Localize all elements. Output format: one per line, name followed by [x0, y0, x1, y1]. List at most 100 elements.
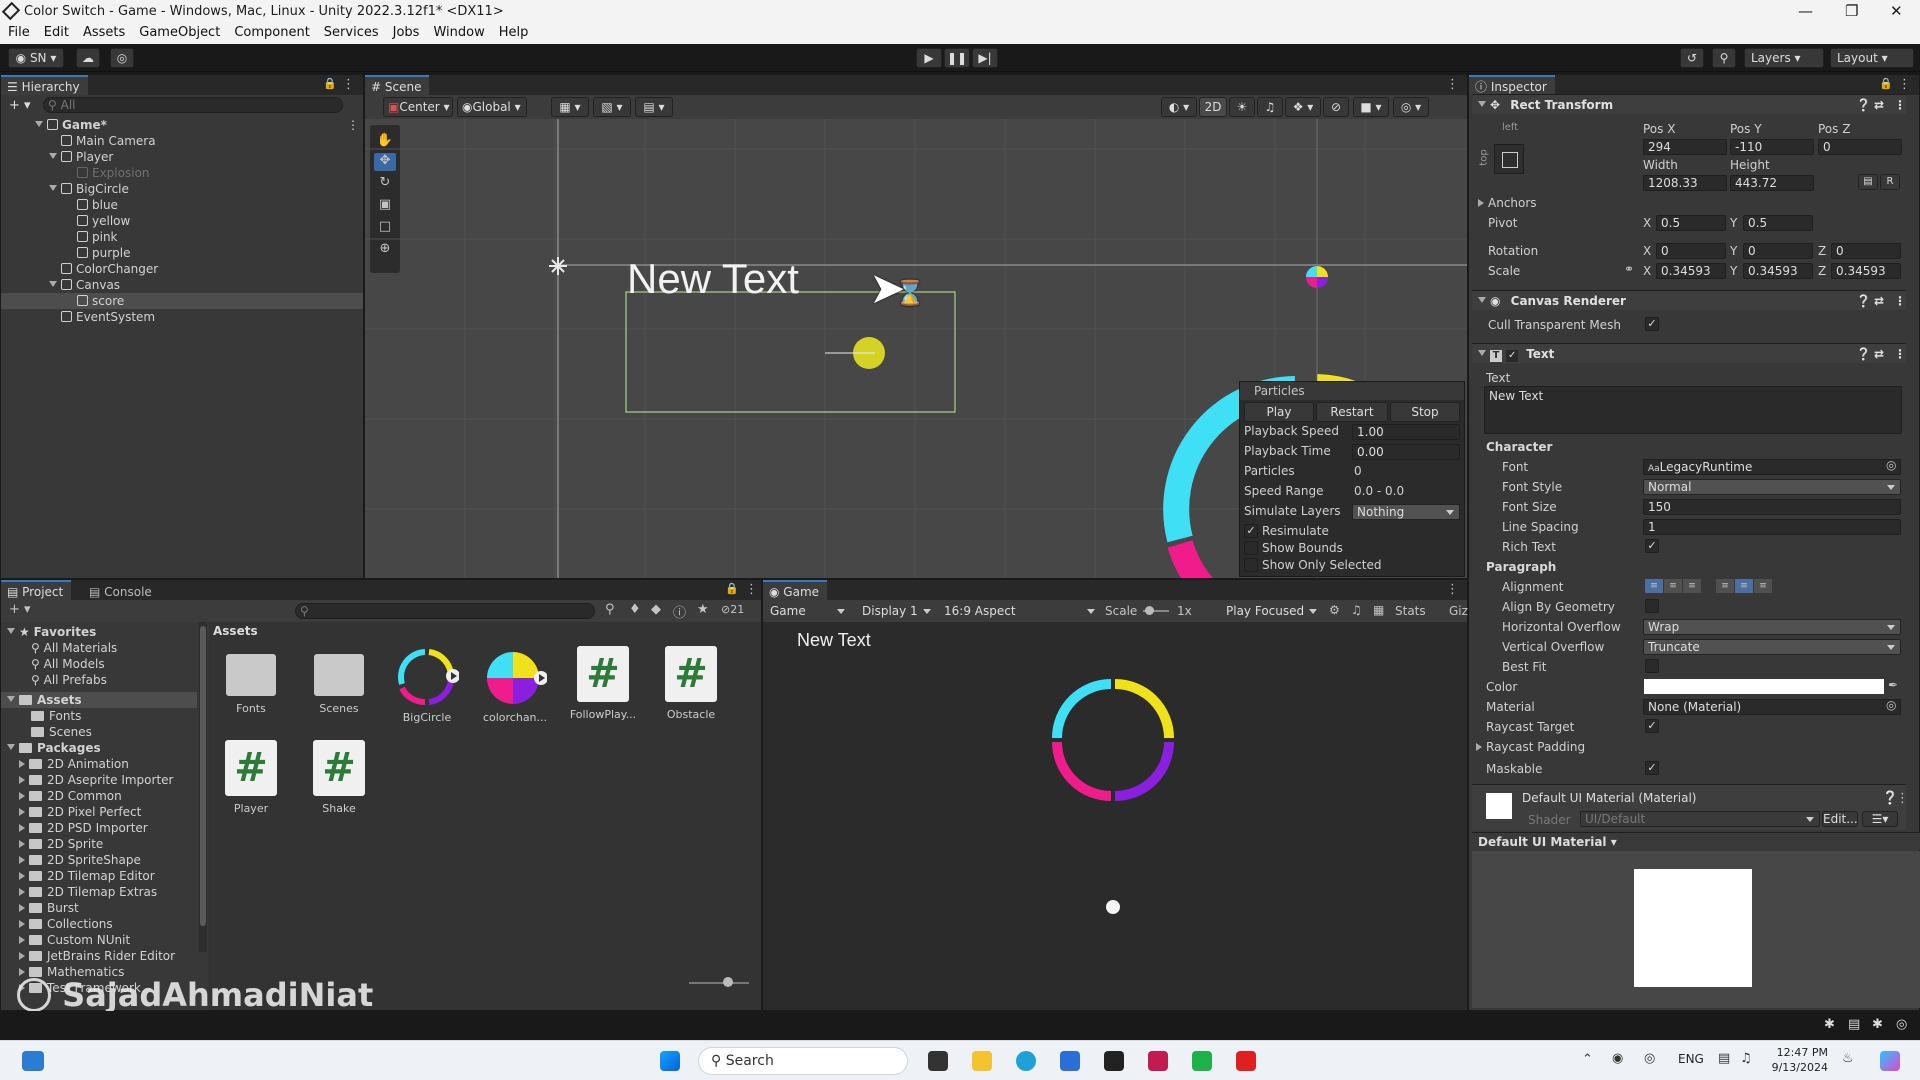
width-field[interactable]: 1208.33: [1643, 175, 1727, 191]
menu-services[interactable]: Services: [324, 24, 379, 42]
blueprint-mode-button[interactable]: ▤: [1858, 174, 1878, 190]
menu-window[interactable]: Window: [433, 24, 484, 42]
align-right-button[interactable]: ≡: [1683, 579, 1701, 593]
font-style-dropdown[interactable]: Normal: [1643, 479, 1901, 495]
object-picker-icon[interactable]: ◎: [1886, 458, 1896, 472]
align-bottom-button[interactable]: ≡: [1754, 579, 1772, 593]
asset-obstacle[interactable]: # Obstacle: [651, 646, 731, 721]
text-content-field[interactable]: New Text: [1484, 386, 1902, 434]
hidden-objects-icon[interactable]: ⊘: [1323, 97, 1349, 117]
info-icon[interactable]: ⓘ: [673, 602, 686, 621]
canvas-renderer-header[interactable]: ◉ Canvas Renderer ❔ ⇄ ⋮: [1472, 290, 1906, 310]
favorite-all-models[interactable]: ⚲ All Models: [31, 656, 105, 672]
scale-y-field[interactable]: 0.34593: [1743, 263, 1813, 279]
store-icon[interactable]: [1060, 1051, 1080, 1071]
menu-component[interactable]: Component: [234, 24, 309, 42]
align-middle-button[interactable]: ≡: [1735, 579, 1753, 593]
pivot-x-field[interactable]: 0.5: [1656, 215, 1726, 231]
mute-audio-icon[interactable]: ♫: [1351, 603, 1362, 617]
rot-x-field[interactable]: 0: [1656, 243, 1726, 259]
material-field[interactable]: None (Material): [1643, 699, 1901, 715]
add-icon[interactable]: + ▾: [9, 602, 31, 617]
hierarchy-item-purple[interactable]: purple: [77, 245, 131, 261]
anchor-presets-button[interactable]: [1494, 144, 1524, 174]
font-size-field[interactable]: 150: [1643, 499, 1901, 515]
rich-text-checkbox[interactable]: ✓: [1645, 539, 1659, 553]
tree-fonts[interactable]: Fonts: [31, 708, 81, 724]
account-button[interactable]: ◉ SN ▾: [8, 48, 64, 68]
hierarchy-search-input[interactable]: ⚲ All: [43, 97, 343, 113]
step-button[interactable]: ▶|: [972, 48, 998, 68]
hierarchy-item-bigcircle[interactable]: BigCircle: [49, 181, 129, 197]
lock-icon[interactable]: 🔒: [323, 77, 337, 90]
rot-z-field[interactable]: 0: [1831, 243, 1901, 259]
best-fit-checkbox[interactable]: [1645, 659, 1659, 673]
cloud-icon[interactable]: ☁: [76, 48, 100, 68]
tree-package-item[interactable]: 2D Animation: [19, 756, 129, 772]
tree-package-item[interactable]: Burst: [19, 900, 79, 916]
tree-package-item[interactable]: JetBrains Rider Editor: [19, 948, 175, 964]
play-focused-dropdown[interactable]: Play Focused: [1221, 603, 1323, 619]
v-overflow-dropdown[interactable]: Truncate: [1643, 639, 1901, 655]
h-overflow-dropdown[interactable]: Wrap: [1643, 619, 1901, 635]
font-field[interactable]: AaLegacyRuntime: [1643, 459, 1901, 475]
notifications-icon[interactable]: ♨: [1842, 1051, 1854, 1066]
tree-package-item[interactable]: 2D Pixel Perfect: [19, 804, 141, 820]
favorites-header[interactable]: ★ Favorites: [7, 624, 96, 640]
particles-play-button[interactable]: Play: [1244, 402, 1314, 422]
edge-icon[interactable]: [1016, 1051, 1036, 1071]
pivot-y-field[interactable]: 0.5: [1743, 215, 1813, 231]
menu-dots-icon[interactable]: ⋮: [1894, 95, 1906, 115]
anchors-foldout[interactable]: Anchors: [1478, 196, 1537, 210]
tab-game[interactable]: ◉ Game: [763, 580, 828, 600]
tree-package-item[interactable]: Collections: [19, 916, 113, 932]
volume-icon[interactable]: ♫: [1740, 1051, 1752, 1066]
lock-icon[interactable]: 🔒: [1879, 77, 1893, 90]
maskable-checkbox[interactable]: ✓: [1645, 761, 1659, 775]
lock-icon[interactable]: 🔒: [725, 582, 739, 595]
layout-dropdown[interactable]: Layout ▾: [1830, 48, 1914, 68]
minimize-icon[interactable]: —: [1798, 2, 1813, 20]
asset-player[interactable]: # Player: [211, 740, 291, 815]
grid-snap-button[interactable]: ▦ ▾: [551, 97, 589, 117]
clipchamp-icon[interactable]: [1192, 1051, 1212, 1071]
tab-project[interactable]: ▤ Project: [1, 580, 72, 600]
copilot-icon[interactable]: [1880, 1051, 1900, 1071]
app-icon[interactable]: [1236, 1051, 1256, 1071]
tree-package-item[interactable]: 2D Tilemap Editor: [19, 868, 155, 884]
preset-icon[interactable]: ⇄: [1874, 291, 1884, 311]
particles-stop-button[interactable]: Stop: [1390, 402, 1460, 422]
taskbar-search[interactable]: ⚲ Search: [698, 1047, 908, 1075]
language-indicator[interactable]: ENG: [1678, 1052, 1704, 1066]
tree-packages[interactable]: Packages: [7, 740, 101, 756]
menu-dots-icon[interactable]: ⋮: [342, 77, 355, 92]
link-icon[interactable]: ⚭: [1624, 262, 1634, 276]
scene-text[interactable]: New Text: [627, 255, 799, 303]
filter-type-icon[interactable]: ⚲: [605, 602, 615, 617]
close-icon[interactable]: ✕: [1890, 2, 1903, 20]
file-explorer-icon[interactable]: [972, 1051, 992, 1071]
stats-button[interactable]: Stats: [1395, 604, 1426, 618]
cull-transparent-checkbox[interactable]: ✓: [1645, 317, 1659, 331]
asset-followplayer[interactable]: # FollowPlay...: [563, 646, 643, 721]
show-bounds-checkbox[interactable]: [1244, 541, 1258, 555]
status-icon[interactable]: ▤: [1848, 1017, 1860, 1032]
display-icon[interactable]: ▤: [1718, 1051, 1730, 1066]
align-left-button[interactable]: ≡: [1645, 579, 1663, 593]
icon-size-slider[interactable]: [689, 977, 749, 987]
object-picker-icon[interactable]: ◎: [1886, 698, 1896, 712]
start-icon[interactable]: [660, 1051, 680, 1071]
posx-field[interactable]: 294: [1643, 139, 1727, 155]
star-icon[interactable]: ★: [697, 602, 709, 617]
tree-package-item[interactable]: 2D Sprite: [19, 836, 103, 852]
tree-scrollbar[interactable]: [199, 622, 207, 952]
raw-edit-button[interactable]: R: [1880, 174, 1900, 190]
hierarchy-item-blue[interactable]: blue: [77, 197, 118, 213]
material-preview-header[interactable]: Default UI Material ▾: [1472, 832, 1920, 850]
resimulate-checkbox[interactable]: ✓: [1244, 524, 1258, 538]
show-only-selected-checkbox[interactable]: [1244, 558, 1258, 572]
asset-scenes[interactable]: Scenes: [299, 646, 379, 715]
task-view-icon[interactable]: [928, 1051, 948, 1071]
menu-help[interactable]: Help: [499, 24, 529, 42]
hierarchy-item-main-camera[interactable]: Main Camera: [61, 133, 156, 149]
